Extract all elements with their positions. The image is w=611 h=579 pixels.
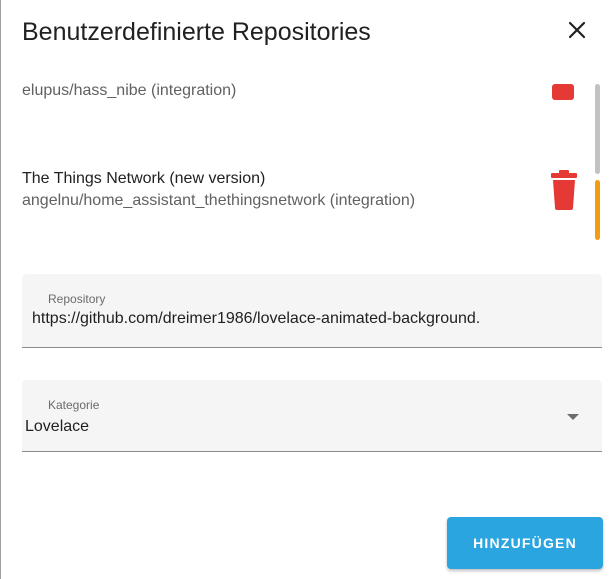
close-button[interactable] [561,14,593,46]
repository-list[interactable]: elupus/hass_nibe (integration) The Thing… [1,70,611,250]
delete-repository-button[interactable] [549,168,579,212]
custom-repositories-dialog: Benutzerdefinierte Repositories elupus/h… [0,0,611,579]
repository-name: The Things Network (new version) [22,170,266,187]
close-icon [568,21,586,39]
category-select[interactable]: Kategorie Lovelace [22,380,602,452]
category-label: Kategorie [48,398,100,412]
dialog-title: Benutzerdefinierte Repositories [22,18,371,46]
scrollbar-thumb[interactable] [595,180,600,240]
repository-subtitle: elupus/hass_nibe (integration) [22,82,237,99]
add-button[interactable]: HINZUFÜGEN [447,517,603,569]
trash-icon [551,170,577,210]
scrollbar-track [595,84,600,174]
repository-input[interactable] [32,310,596,328]
dialog-header: Benutzerdefinierte Repositories [1,0,611,62]
repository-label: Repository [48,292,106,306]
delete-repository-button[interactable] [549,76,577,104]
list-item[interactable]: The Things Network (new version) angelnu… [22,168,562,212]
dropdown-arrow-icon [567,414,579,420]
trash-icon [552,84,574,100]
category-value: Lovelace [25,418,90,435]
list-item[interactable]: elupus/hass_nibe (integration) [22,80,562,102]
repository-field[interactable]: Repository [22,274,602,348]
repository-subtitle: angelnu/home_assistant_thethingsnetwork … [22,192,416,209]
